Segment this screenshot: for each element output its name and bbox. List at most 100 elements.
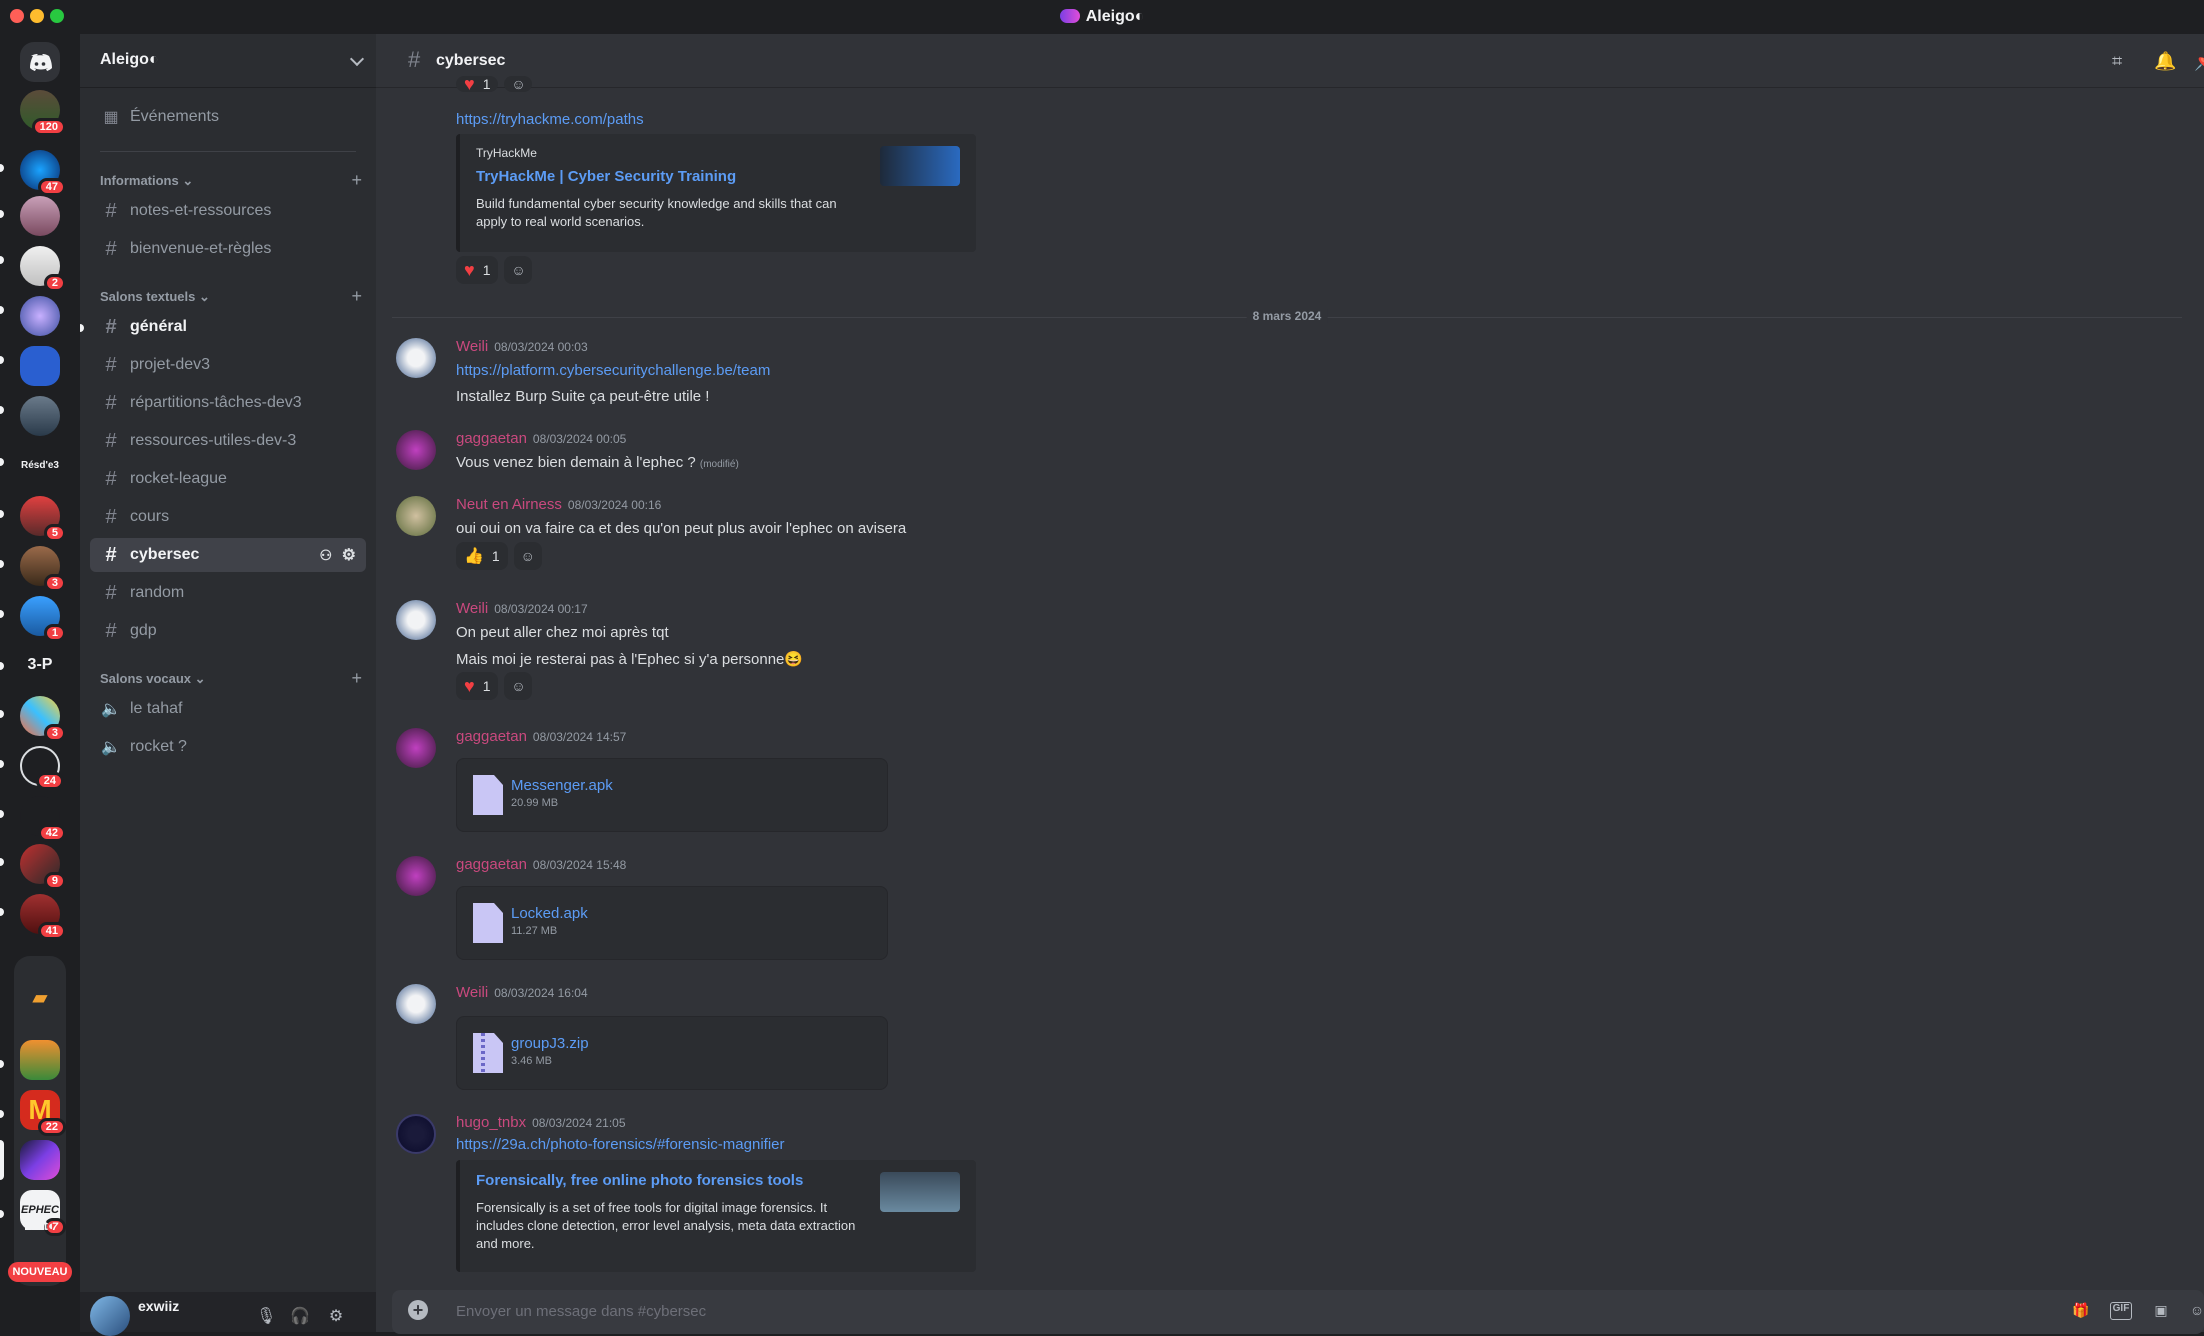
embed-thumbnail[interactable]	[880, 1172, 960, 1212]
server-header[interactable]: Aleigo◐	[80, 34, 376, 88]
channel-cours[interactable]: # cours	[90, 500, 366, 534]
voice-channel-le-tahaf[interactable]: 🔈 le tahaf	[90, 692, 366, 726]
avatar[interactable]	[396, 728, 436, 768]
server-5[interactable]	[20, 296, 60, 336]
add-channel-icon[interactable]: +	[351, 668, 362, 689]
emoji-icon[interactable]: ☺	[2186, 1302, 2204, 1320]
channel-random[interactable]: # random	[90, 576, 366, 610]
add-channel-icon[interactable]: +	[351, 170, 362, 191]
gift-icon[interactable]: 🎁	[2070, 1302, 2092, 1320]
folder-icon[interactable]: ▰	[20, 978, 60, 1018]
add-reaction-button[interactable]: ☺	[504, 256, 533, 284]
message-link[interactable]: https://tryhackme.com/paths	[456, 111, 644, 128]
channel-notes-et-ressources[interactable]: # notes-et-ressources	[90, 194, 366, 228]
server-16[interactable]: 9	[20, 844, 66, 890]
sticker-icon[interactable]: ▣	[2150, 1302, 2172, 1320]
server-15[interactable]: 42	[20, 796, 66, 842]
server-13[interactable]: 3	[20, 696, 66, 742]
channel-repartitions-taches-dev3[interactable]: # répartitions-tâches-dev3	[90, 386, 366, 420]
avatar[interactable]	[90, 1296, 130, 1336]
file-name[interactable]: groupJ3.zip	[511, 1035, 589, 1052]
server-9[interactable]: 5	[20, 496, 66, 542]
avatar[interactable]	[396, 600, 436, 640]
message-author[interactable]: gaggaetan 08/03/2024 15:48	[456, 856, 626, 873]
gif-icon[interactable]: GIF	[2110, 1302, 2132, 1320]
channel-gdp[interactable]: # gdp	[90, 614, 366, 648]
hash-icon: #	[105, 199, 117, 222]
message-author[interactable]: Weili 08/03/2024 00:03	[456, 338, 588, 355]
reaction-heart[interactable]: ♥ 1	[456, 76, 499, 92]
reaction-heart[interactable]: ♥ 1	[456, 672, 499, 700]
message-author[interactable]: Weili 08/03/2024 00:17	[456, 600, 588, 617]
invite-icon[interactable]: ⚇	[319, 547, 332, 564]
category-informations[interactable]: Informations ⌄ +	[100, 170, 366, 191]
server-14[interactable]: 24	[20, 746, 64, 790]
file-name[interactable]: Locked.apk	[511, 905, 588, 922]
server-2[interactable]: 47	[20, 150, 66, 196]
server-6[interactable]	[20, 346, 60, 386]
add-reaction-button[interactable]: ☺	[513, 542, 542, 570]
add-channel-icon[interactable]: +	[351, 286, 362, 307]
microphone-icon[interactable]: 🎙	[256, 1306, 276, 1326]
server-19[interactable]: M 22	[20, 1090, 66, 1136]
file-name[interactable]: Messenger.apk	[511, 777, 613, 794]
reaction-heart[interactable]: ♥ 1	[456, 256, 499, 284]
message-author[interactable]: hugo_tnbx 08/03/2024 21:05	[456, 1114, 626, 1131]
settings-gear-icon[interactable]: ⚙	[326, 1306, 346, 1326]
message-author[interactable]: Weili 08/03/2024 16:04	[456, 984, 588, 1001]
voice-channel-rocket[interactable]: 🔈 rocket ?	[90, 730, 366, 764]
heart-icon: ♥	[464, 675, 475, 696]
server-11[interactable]: 1	[20, 596, 66, 642]
file-attachment[interactable]: Messenger.apk 20.99 MB	[456, 758, 888, 832]
server-22[interactable]: Lidt◐	[8, 1218, 72, 1233]
hash-icon: #	[105, 315, 117, 338]
server-10[interactable]: 3	[20, 546, 66, 592]
channel-bienvenue-et-regles[interactable]: # bienvenue-et-règles	[90, 232, 366, 266]
message-author[interactable]: Neut en Airness 08/03/2024 00:16	[456, 496, 661, 513]
server-1[interactable]: 120	[20, 90, 66, 136]
channel-cybersec[interactable]: # cybersec ⚇ ⚙	[90, 538, 366, 572]
message-composer[interactable]: + Envoyer un message dans #cybersec 🎁 GI…	[392, 1290, 2204, 1334]
avatar[interactable]	[396, 856, 436, 896]
message-link[interactable]: https://29a.ch/photo-forensics/#forensic…	[456, 1136, 785, 1153]
server-18[interactable]	[20, 1040, 60, 1080]
file-attachment[interactable]: Locked.apk 11.27 MB	[456, 886, 888, 960]
add-reaction-button[interactable]: ☺	[504, 76, 533, 92]
server-7[interactable]	[20, 396, 60, 436]
server-8[interactable]: Résd'e3	[8, 460, 72, 471]
avatar[interactable]	[396, 338, 436, 378]
channel-rocket-league[interactable]: # rocket-league	[90, 462, 366, 496]
avatar[interactable]	[396, 430, 436, 470]
avatar[interactable]	[396, 984, 436, 1024]
message-author[interactable]: gaggaetan 08/03/2024 14:57	[456, 728, 626, 745]
server-12[interactable]: 3-P	[8, 656, 72, 674]
events-item[interactable]: ▦ Événements	[90, 100, 366, 134]
file-attachment[interactable]: groupJ3.zip 3.46 MB	[456, 1016, 888, 1090]
channel-general[interactable]: # général	[90, 310, 366, 344]
pin-icon[interactable]: 📌	[2194, 51, 2204, 71]
message-link[interactable]: https://platform.cybersecuritychallenge.…	[456, 362, 770, 379]
headphones-icon[interactable]: 🎧	[290, 1306, 310, 1326]
server-17[interactable]: 41	[20, 894, 66, 940]
new-servers-badge[interactable]: NOUVEAU	[8, 1262, 72, 1282]
home-button[interactable]	[20, 42, 60, 82]
user-panel: exwiiz 🎙 🎧 ⚙	[80, 1292, 376, 1336]
category-salons-vocaux[interactable]: Salons vocaux ⌄ +	[100, 668, 366, 689]
threads-icon[interactable]: ⌗	[2112, 51, 2132, 71]
reaction-thumbs-up[interactable]: 👍 1	[456, 542, 508, 570]
server-4[interactable]: 2	[20, 246, 66, 292]
avatar[interactable]	[396, 1114, 436, 1154]
server-3[interactable]	[20, 196, 60, 236]
add-attachment-button[interactable]: +	[408, 1300, 428, 1320]
message-author[interactable]: gaggaetan 08/03/2024 00:05	[456, 430, 626, 447]
bell-icon[interactable]: 🔔	[2154, 51, 2176, 71]
gear-icon[interactable]: ⚙	[342, 545, 356, 565]
composer-placeholder[interactable]: Envoyer un message dans #cybersec	[456, 1303, 706, 1320]
embed-thumbnail[interactable]	[880, 146, 960, 186]
channel-projet-dev3[interactable]: # projet-dev3	[90, 348, 366, 382]
server-20-current[interactable]	[20, 1140, 60, 1180]
channel-ressources-utiles-dev-3[interactable]: # ressources-utiles-dev-3	[90, 424, 366, 458]
category-salons-textuels[interactable]: Salons textuels ⌄ +	[100, 286, 366, 307]
add-reaction-button[interactable]: ☺	[504, 672, 533, 700]
avatar[interactable]	[396, 496, 436, 536]
